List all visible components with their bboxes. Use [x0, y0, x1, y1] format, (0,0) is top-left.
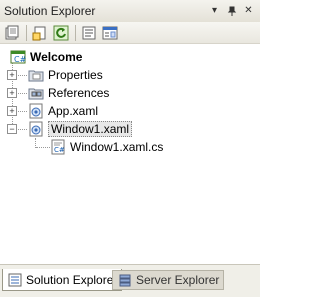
- expand-toggle-properties[interactable]: +: [7, 70, 17, 80]
- tree-item-label: Window1.xaml.cs: [70, 140, 164, 154]
- solution-explorer-panel: Solution Explorer ▾ ✕ C# Welcome + Prope…: [0, 0, 260, 297]
- panel-title: Solution Explorer: [4, 4, 96, 18]
- tab-label: Solution Explorer: [26, 272, 118, 287]
- tree-item-label: Window1.xaml: [48, 121, 133, 137]
- solution-tree: C# Welcome + Properties + References + A…: [0, 46, 260, 264]
- expand-toggle-app-xaml[interactable]: +: [7, 106, 17, 116]
- project-name: Welcome: [30, 50, 83, 64]
- solution-explorer-icon: [7, 272, 23, 288]
- tab-solution-explorer[interactable]: Solution Explorer: [2, 269, 123, 291]
- window-position-dropdown-icon[interactable]: ▾: [207, 3, 222, 18]
- server-explorer-icon: [117, 272, 133, 288]
- expand-toggle-references[interactable]: +: [7, 88, 17, 98]
- tree-item-references[interactable]: References: [28, 84, 109, 102]
- tree-item-app-xaml[interactable]: App.xaml: [28, 102, 98, 120]
- view-code-icon[interactable]: [80, 24, 98, 42]
- tree-item-window1-xaml-cs[interactable]: C# Window1.xaml.cs: [50, 138, 163, 156]
- tree-item-label: App.xaml: [48, 104, 99, 118]
- bottom-tab-strip: Solution Explorer Server Explorer: [0, 264, 260, 297]
- view-designer-icon[interactable]: [101, 24, 119, 42]
- close-icon[interactable]: ✕: [241, 3, 256, 18]
- tab-label: Server Explorer: [136, 273, 220, 287]
- svg-text:C#: C#: [54, 146, 65, 154]
- tree-item-window1-xaml[interactable]: Window1.xaml: [28, 120, 133, 138]
- auto-hide-pin-icon[interactable]: [224, 3, 239, 18]
- tab-server-explorer[interactable]: Server Explorer: [112, 270, 225, 290]
- tree-item-properties[interactable]: Properties: [28, 66, 103, 84]
- references-folder-icon: [28, 85, 44, 101]
- properties-icon[interactable]: [3, 24, 21, 42]
- properties-folder-icon: [28, 67, 44, 83]
- toolbar-separator: [75, 24, 76, 41]
- project-icon: C#: [10, 49, 26, 65]
- tree-root[interactable]: C# Welcome: [10, 48, 82, 66]
- toolbar: [0, 22, 260, 44]
- xaml-file-icon: [28, 103, 44, 119]
- toolbar-separator: [26, 24, 27, 41]
- tree-item-label: Properties: [48, 68, 103, 82]
- title-bar: Solution Explorer ▾ ✕: [0, 0, 260, 23]
- tree-item-label: References: [48, 86, 110, 100]
- show-all-files-icon[interactable]: [31, 24, 49, 42]
- xaml-file-icon: [28, 121, 44, 137]
- refresh-icon[interactable]: [52, 24, 70, 42]
- collapse-toggle-window1-xaml[interactable]: −: [7, 124, 17, 134]
- svg-text:C#: C#: [14, 55, 26, 64]
- csharp-file-icon: C#: [50, 139, 66, 155]
